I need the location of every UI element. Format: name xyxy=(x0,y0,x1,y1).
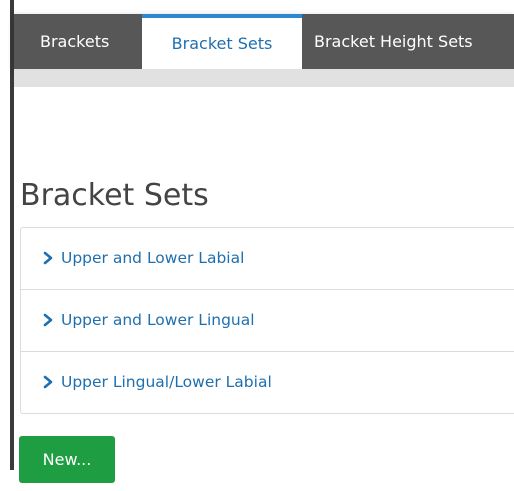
bracket-sets-list: Upper and Lower Labial Upper and Lower L… xyxy=(20,227,514,414)
list-item[interactable]: Upper and Lower Lingual xyxy=(21,290,514,352)
list-item[interactable]: Upper Lingual/Lower Labial xyxy=(21,352,514,413)
tab-bracket-height-sets[interactable]: Bracket Height Sets xyxy=(314,14,473,69)
chevron-right-icon xyxy=(43,313,53,327)
tab-bracket-sets[interactable]: Bracket Sets xyxy=(142,14,302,69)
list-item-label[interactable]: Upper and Lower Labial xyxy=(61,228,244,289)
list-item[interactable]: Upper and Lower Labial xyxy=(21,228,514,290)
tab-bar: Brackets Bracket Sets Bracket Height Set… xyxy=(14,14,514,69)
app-frame: Brackets Bracket Sets Bracket Height Set… xyxy=(0,0,514,491)
chevron-right-icon xyxy=(43,375,53,389)
list-item-label[interactable]: Upper and Lower Lingual xyxy=(61,290,255,351)
new-button[interactable]: New... xyxy=(19,436,115,483)
tab-panel-header xyxy=(14,69,514,87)
list-item-label[interactable]: Upper Lingual/Lower Labial xyxy=(61,352,272,413)
tab-brackets[interactable]: Brackets xyxy=(40,14,109,69)
chevron-right-icon xyxy=(43,251,53,265)
page-title: Bracket Sets xyxy=(20,178,209,213)
